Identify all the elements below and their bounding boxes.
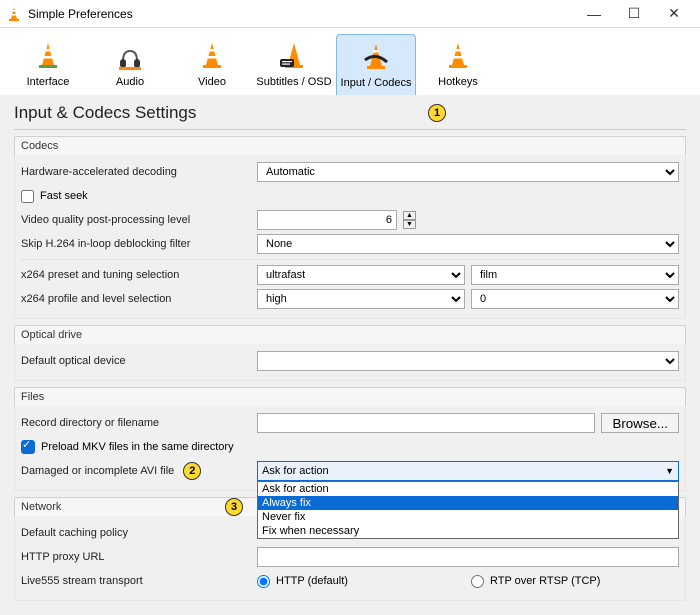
preload-mkv-label: Preload MKV files in the same directory (41, 441, 234, 453)
annotation-marker-2: 2 (183, 462, 201, 480)
tab-hotkeys[interactable]: Hotkeys (418, 34, 498, 95)
tab-interface-label: Interface (10, 76, 86, 88)
proxy-input[interactable] (257, 547, 679, 567)
tab-subtitles[interactable]: Subtitles / OSD (254, 34, 334, 95)
avi-action-select[interactable]: Ask for action ▼ Ask for action Always f… (257, 461, 679, 481)
category-tabs: Interface Audio Video Subtitles / OSD In… (0, 28, 700, 95)
tab-hotkeys-label: Hotkeys (420, 76, 496, 88)
fast-seek-checkbox[interactable] (21, 190, 34, 203)
interface-icon (10, 38, 86, 74)
close-button[interactable]: ✕ (654, 5, 694, 22)
rtp-radio[interactable] (471, 575, 484, 588)
tab-video-label: Video (174, 76, 250, 88)
tab-input-codecs-label: Input / Codecs (339, 77, 413, 89)
group-optical-header: Optical drive (14, 325, 686, 344)
live555-label: Live555 stream transport (21, 575, 251, 587)
vq-step-down[interactable]: ▼ (403, 220, 416, 229)
avi-option-ask[interactable]: Ask for action (258, 482, 678, 496)
rtp-radio-label: RTP over RTSP (TCP) (490, 575, 679, 587)
avi-label: Damaged or incomplete AVI file 2 (21, 462, 251, 480)
page-title-row: Input & Codecs Settings 1 (14, 103, 686, 123)
avi-option-always-fix[interactable]: Always fix (258, 496, 678, 510)
tab-video[interactable]: Video (172, 34, 252, 95)
page-title: Input & Codecs Settings (14, 103, 196, 123)
group-codecs-header: Codecs (14, 136, 686, 155)
chevron-down-icon: ▼ (665, 466, 674, 476)
group-files: Record directory or filename Browse... P… (14, 406, 686, 491)
minimize-button[interactable]: — (574, 6, 614, 22)
annotation-marker-1: 1 (428, 104, 446, 122)
tab-subtitles-label: Subtitles / OSD (256, 76, 332, 88)
x264-tuning-select[interactable]: film (471, 265, 679, 285)
preload-mkv-checkbox[interactable] (21, 440, 35, 454)
group-codecs: Hardware-accelerated decoding Automatic … (14, 155, 686, 319)
avi-option-fix-when-necessary[interactable]: Fix when necessary (258, 524, 678, 538)
fast-seek-label: Fast seek (40, 190, 88, 202)
group-optical: Default optical device (14, 344, 686, 381)
avi-options-list: Ask for action Always fix Never fix Fix … (257, 481, 679, 539)
annotation-marker-3: 3 (225, 498, 243, 516)
x264-profile-label: x264 profile and level selection (21, 293, 251, 305)
http-radio-label: HTTP (default) (276, 575, 465, 587)
caching-label: Default caching policy (21, 527, 251, 539)
x264-preset-label: x264 preset and tuning selection (21, 269, 251, 281)
window-title: Simple Preferences (28, 7, 574, 21)
tab-input-codecs[interactable]: Input / Codecs (336, 34, 416, 95)
page-body: Input & Codecs Settings 1 Codecs Hardwar… (0, 95, 700, 615)
avi-selected-value: Ask for action (262, 465, 329, 477)
subtitles-icon (256, 38, 332, 74)
video-icon (174, 38, 250, 74)
vq-spinner[interactable] (257, 210, 397, 230)
vlc-cone-icon (6, 6, 22, 22)
title-divider (14, 129, 686, 130)
hw-decode-label: Hardware-accelerated decoding (21, 166, 251, 178)
optical-device-label: Default optical device (21, 355, 251, 367)
tab-audio[interactable]: Audio (90, 34, 170, 95)
input-codecs-icon (339, 39, 413, 75)
hotkeys-icon (420, 38, 496, 74)
maximize-button[interactable]: ☐ (614, 5, 654, 22)
proxy-label: HTTP proxy URL (21, 551, 251, 563)
vq-label: Video quality post-processing level (21, 214, 251, 226)
x264-preset-select[interactable]: ultrafast (257, 265, 465, 285)
browse-button[interactable]: Browse... (601, 413, 679, 433)
group-files-header: Files (14, 387, 686, 406)
hw-decode-select[interactable]: Automatic (257, 162, 679, 182)
record-dir-input[interactable] (257, 413, 595, 433)
skip-h264-select[interactable]: None (257, 234, 679, 254)
x264-profile-select[interactable]: high (257, 289, 465, 309)
tab-audio-label: Audio (92, 76, 168, 88)
record-dir-label: Record directory or filename (21, 417, 251, 429)
audio-icon (92, 38, 168, 74)
vq-step-up[interactable]: ▲ (403, 211, 416, 220)
http-radio[interactable] (257, 575, 270, 588)
optical-device-select[interactable] (257, 351, 679, 371)
tab-interface[interactable]: Interface (8, 34, 88, 95)
x264-level-select[interactable]: 0 (471, 289, 679, 309)
skip-h264-label: Skip H.264 in-loop deblocking filter (21, 238, 251, 250)
avi-option-never-fix[interactable]: Never fix (258, 510, 678, 524)
titlebar: Simple Preferences — ☐ ✕ (0, 0, 700, 28)
